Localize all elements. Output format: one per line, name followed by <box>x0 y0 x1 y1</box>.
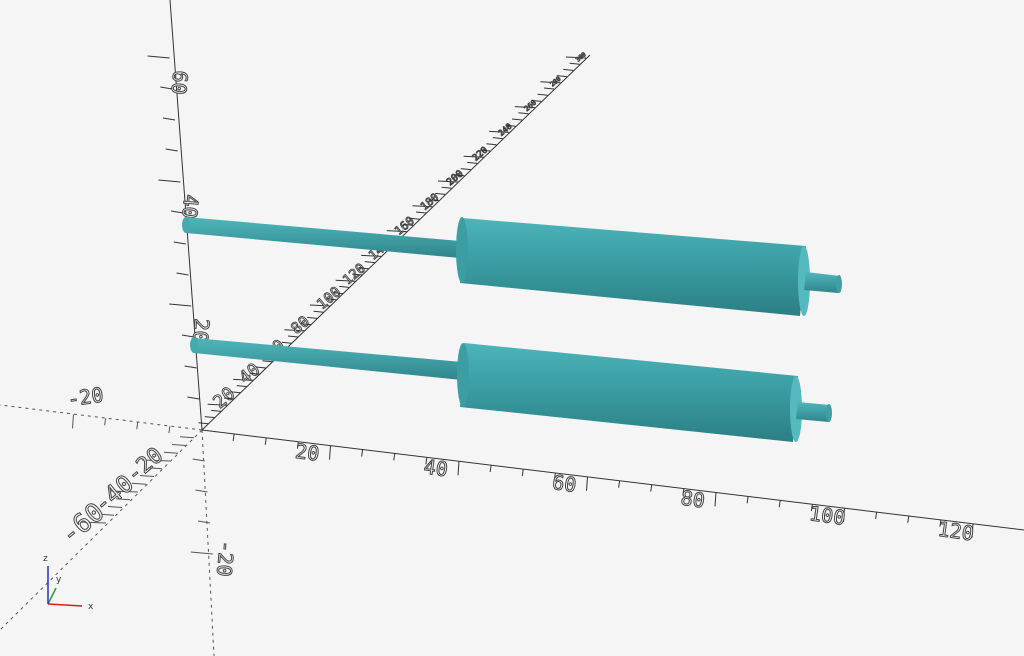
x-tick <box>907 515 910 523</box>
x-tick <box>875 511 878 519</box>
y-axis-negative <box>0 429 203 631</box>
y-tick-label: 280 <box>549 76 562 89</box>
x-tick-label: 80 <box>679 486 706 513</box>
x-tick <box>778 500 781 508</box>
y-tick <box>435 192 446 195</box>
x-tick-label: 40 <box>422 454 449 481</box>
y-tick-label: 260 <box>522 98 538 113</box>
x-tick <box>746 496 749 504</box>
x-tick-label: 60 <box>551 470 578 497</box>
y-neg-tick <box>163 451 179 454</box>
x-tick-label: 20 <box>294 439 321 466</box>
x-neg-tick-label: -20 <box>66 383 105 412</box>
y-tick-label: 80 <box>287 312 313 338</box>
y-tick-label: 100 <box>314 284 344 313</box>
y-tick <box>460 168 471 171</box>
z-tick <box>147 55 170 59</box>
x-tick <box>232 433 235 441</box>
x-axis <box>201 429 1024 531</box>
z-tick <box>184 365 197 369</box>
scene: 20406080100120-20204060-2020406080100120… <box>0 0 1024 656</box>
z-neg-tick <box>195 489 208 493</box>
y-neg-tick <box>179 436 195 439</box>
y-tick-label: 40 <box>236 360 265 389</box>
x-tick <box>489 465 492 473</box>
z-tick <box>165 148 178 152</box>
y-tick <box>281 341 292 344</box>
y-tick <box>563 68 574 71</box>
x-tick <box>521 468 524 477</box>
z-tick <box>176 272 189 276</box>
x-tick-label: 120 <box>936 517 975 546</box>
x-neg-tick <box>104 418 107 426</box>
z-neg-tick <box>198 520 211 524</box>
y-neg-tick <box>171 444 187 446</box>
y-tick-label: 300 <box>575 51 588 64</box>
z-tick-label: 40 <box>177 194 203 220</box>
x-tick-label: 100 <box>808 501 847 530</box>
y-tick <box>511 118 523 121</box>
x-neg-tick <box>168 426 171 434</box>
z-tick <box>173 241 186 245</box>
z-neg-tick-label: -20 <box>212 540 239 578</box>
z-tick <box>162 117 176 121</box>
axis-gizmo: x y z <box>43 554 94 612</box>
gizmo-x-line <box>47 603 83 607</box>
x-tick <box>714 492 717 507</box>
x-tick <box>586 476 588 491</box>
z-neg-tick <box>190 551 213 555</box>
z-tick <box>169 303 192 307</box>
model-lower <box>190 337 832 442</box>
y-tick-label: 220 <box>471 145 490 163</box>
model-upper <box>182 217 842 316</box>
y-tick <box>486 143 497 146</box>
y-tick-label: 200 <box>445 168 466 188</box>
axes <box>0 0 1024 656</box>
z-tick <box>158 179 181 183</box>
y-tick-label: 240 <box>496 121 514 138</box>
x-tick <box>264 437 267 445</box>
y-tick <box>204 416 215 419</box>
gizmo-z-label: z <box>43 554 48 564</box>
x-neg-tick <box>72 414 74 429</box>
x-tick <box>650 484 653 492</box>
z-neg-tick <box>192 458 205 462</box>
gizmo-x-label: x <box>88 602 94 612</box>
z-axis-negative <box>201 429 215 656</box>
x-tick <box>361 449 364 457</box>
x-tick <box>618 480 621 488</box>
y-tick <box>537 93 548 96</box>
x-neg-tick <box>136 422 139 430</box>
x-tick <box>457 461 460 476</box>
z-tick-label: 60 <box>167 70 193 96</box>
x-tick <box>393 453 396 461</box>
z-tick <box>187 396 200 400</box>
gizmo-y-label: y <box>56 575 62 585</box>
3d-viewport[interactable]: 20406080100120-20204060-2020406080100120… <box>0 0 1024 656</box>
x-axis-negative <box>0 404 203 431</box>
y-tick <box>198 422 209 425</box>
gizmo-y-line <box>47 587 57 605</box>
y-tick <box>307 316 318 319</box>
x-tick <box>329 445 331 460</box>
